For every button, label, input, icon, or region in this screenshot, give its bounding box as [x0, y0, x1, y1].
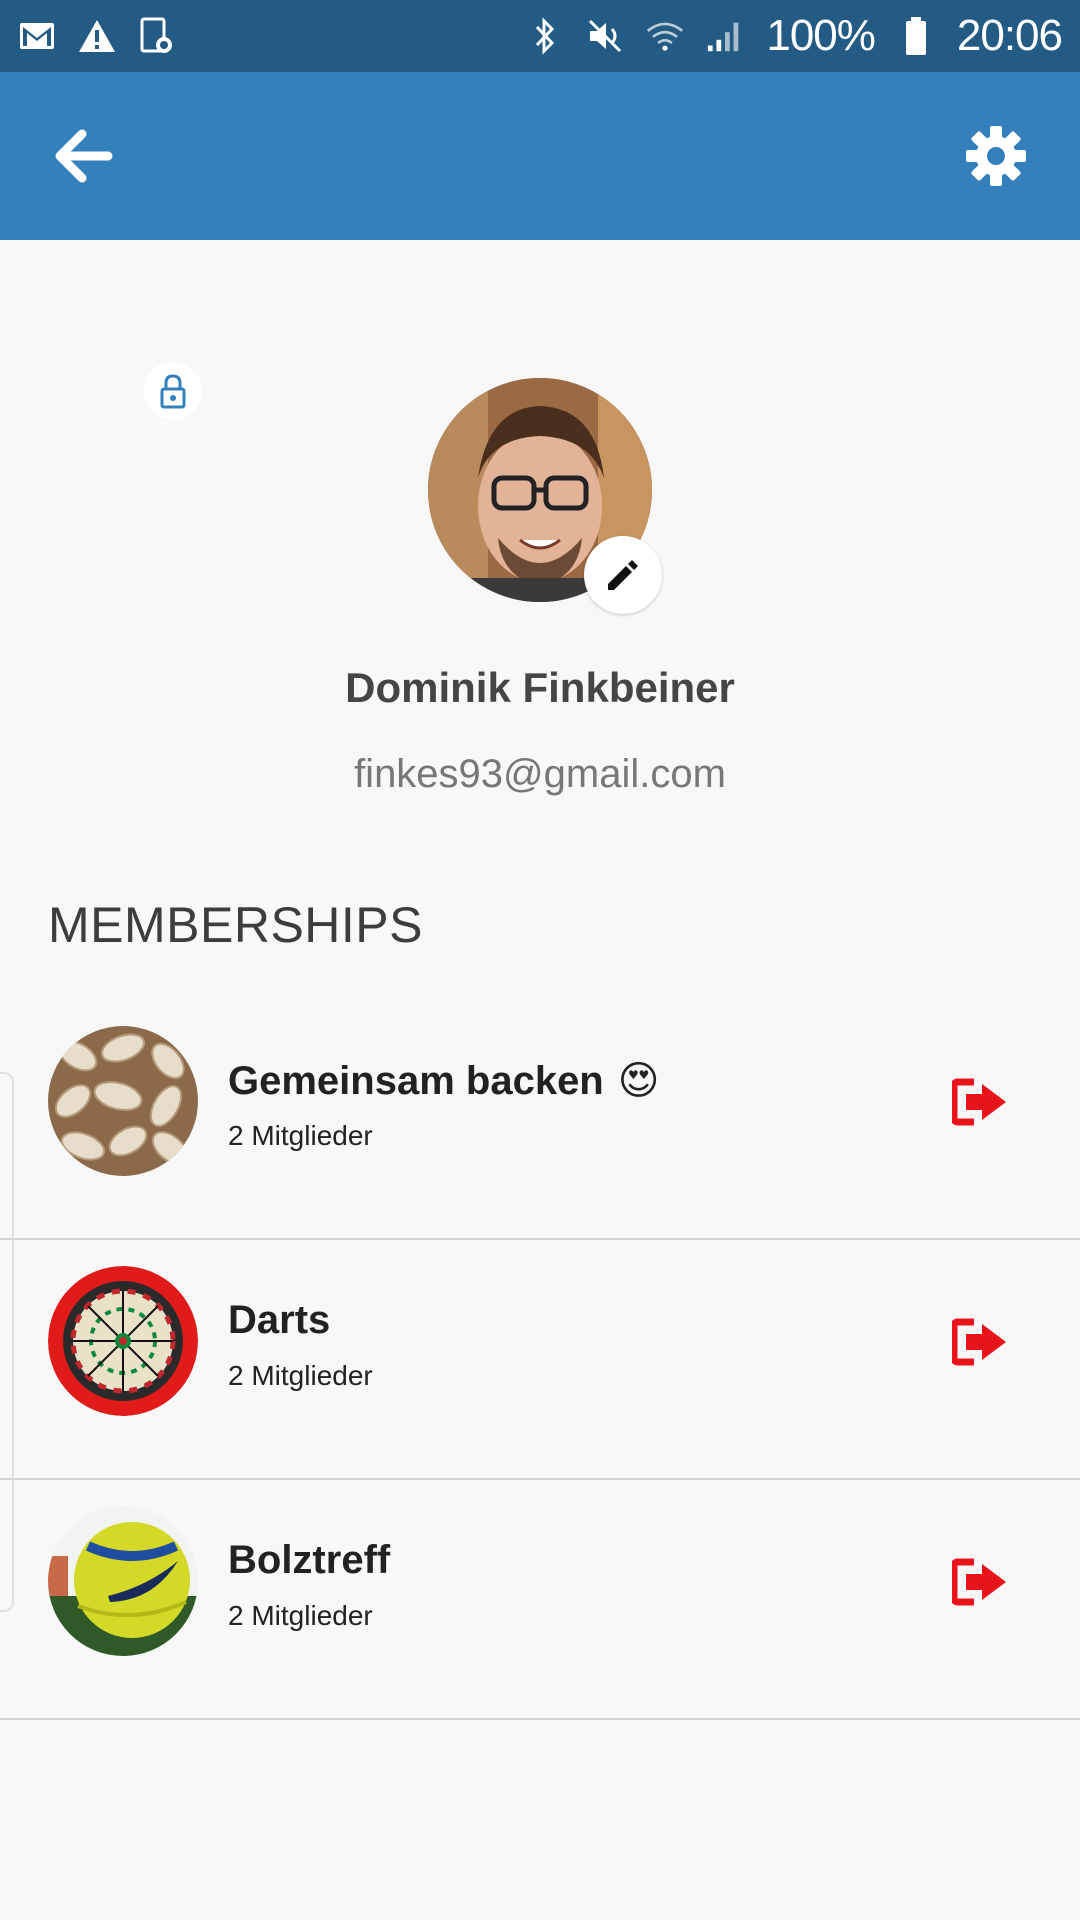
warning-icon: [78, 17, 116, 55]
group-name: Darts: [228, 1298, 331, 1342]
gmail-icon: [18, 17, 56, 55]
sign-out-icon: [950, 1318, 1006, 1366]
back-button[interactable]: [52, 128, 116, 184]
list-item[interactable]: Darts 2 Mitglieder: [0, 1240, 1080, 1480]
battery-percent: 100%: [766, 11, 876, 60]
sign-out-icon: [950, 1078, 1006, 1126]
app-bar: [0, 72, 1080, 240]
bluetooth-icon: [526, 17, 564, 55]
pencil-icon: [608, 560, 638, 590]
battery-icon: [897, 17, 935, 55]
heart-eyes-emoji: 😍: [617, 1059, 660, 1103]
leave-group-button[interactable]: [950, 1318, 1008, 1366]
group-member-count: 2 Mitglieder: [228, 1360, 373, 1391]
mute-icon: [586, 17, 624, 55]
gear-icon: [966, 126, 1026, 186]
profile-avatar-wrap: [428, 378, 662, 614]
list-item[interactable]: Bolztreff 2 Mitglieder: [0, 1480, 1080, 1720]
memberships-title: MEMBERSHIPS: [48, 897, 424, 953]
group-title: Gemeinsam backen 😍: [228, 1058, 659, 1104]
settings-button[interactable]: [964, 124, 1028, 188]
membership-list: Gemeinsam backen 😍 2 Mitglieder Darts 2 …: [0, 1000, 1080, 1720]
group-member-count: 2 Mitglieder: [228, 1600, 373, 1631]
list-item[interactable]: Gemeinsam backen 😍 2 Mitglieder: [0, 1000, 1080, 1240]
group-image-football: [48, 1506, 198, 1656]
sign-out-icon: [950, 1558, 1006, 1606]
lock-icon: [160, 374, 186, 409]
leave-group-button[interactable]: [950, 1558, 1008, 1606]
status-bar: 100% 20:06: [0, 0, 1080, 72]
group-title: Darts: [228, 1298, 330, 1343]
profile-name: Dominik Finkbeiner: [345, 664, 735, 711]
group-image-cashews: [48, 1026, 198, 1176]
group-title: Bolztreff: [228, 1538, 390, 1583]
status-bar-left: [18, 17, 176, 55]
group-name: Gemeinsam backen: [228, 1058, 604, 1103]
edit-avatar-button[interactable]: [584, 536, 662, 614]
leave-group-button[interactable]: [950, 1078, 1008, 1126]
arrow-left-icon: [55, 129, 113, 183]
group-name: Bolztreff: [228, 1538, 391, 1582]
status-bar-right: 100% 20:06: [526, 11, 1063, 61]
group-member-count: 2 Mitglieder: [228, 1120, 373, 1151]
screenshot-icon: [138, 17, 176, 55]
group-image-dartboard: [48, 1266, 198, 1416]
wifi-icon: [646, 17, 684, 55]
private-group-badge: [144, 362, 202, 420]
profile-email: finkes93@gmail.com: [354, 752, 726, 796]
signal-icon: [706, 17, 744, 55]
clock: 20:06: [956, 11, 1063, 60]
